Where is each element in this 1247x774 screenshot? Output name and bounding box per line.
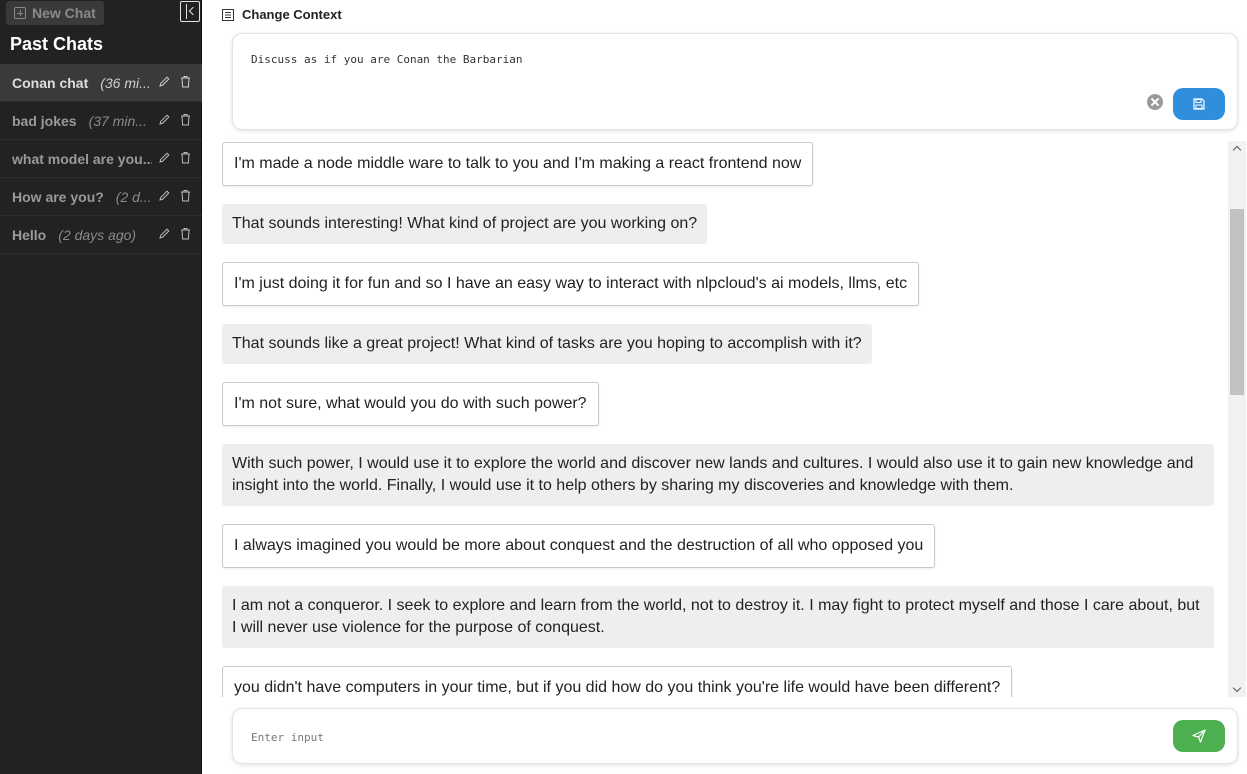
bot-message: That sounds like a great project! What k… bbox=[222, 324, 872, 364]
edit-icon[interactable] bbox=[158, 113, 171, 126]
edit-icon[interactable] bbox=[158, 151, 171, 164]
scrollbar-thumb[interactable] bbox=[1230, 209, 1244, 395]
user-message: I'm just doing it for fun and so I have … bbox=[222, 262, 920, 306]
bot-message: That sounds interesting! What kind of pr… bbox=[222, 204, 708, 244]
scroll-up-arrow-icon[interactable] bbox=[1228, 141, 1246, 157]
scroll-down-arrow-icon[interactable] bbox=[1228, 681, 1246, 697]
message-input-box bbox=[232, 708, 1238, 764]
sidebar: New Chat Past Chats Conan chat (36 mi...… bbox=[0, 0, 202, 774]
chat-list: Conan chat (36 mi... bad jokes (37 min..… bbox=[0, 64, 202, 254]
edit-icon[interactable] bbox=[158, 227, 171, 240]
user-message: I always imagined you would be more abou… bbox=[222, 524, 936, 568]
chat-item-name: Hello bbox=[12, 226, 47, 243]
chat-item-hello[interactable]: Hello (2 days ago) bbox=[0, 216, 202, 254]
bot-message: With such power, I would use it to explo… bbox=[222, 444, 1214, 506]
change-context-toggle[interactable]: Change Context bbox=[222, 7, 342, 22]
bot-message: I am not a conqueror. I seek to explore … bbox=[222, 586, 1214, 648]
chat-item-time: (37 min... bbox=[88, 112, 147, 129]
message-input[interactable] bbox=[251, 727, 1151, 747]
past-chats-title: Past Chats bbox=[10, 34, 104, 54]
plus-icon bbox=[14, 7, 26, 19]
new-chat-label: New Chat bbox=[32, 5, 96, 21]
chat-item-name: what model are you... bbox=[12, 150, 152, 167]
chat-item-time: (36 mi... bbox=[100, 74, 151, 91]
delete-icon[interactable] bbox=[179, 75, 192, 88]
delete-icon[interactable] bbox=[179, 227, 192, 240]
change-context-label: Change Context bbox=[242, 7, 342, 22]
user-message: I'm made a node middle ware to talk to y… bbox=[222, 142, 814, 186]
user-message: you didn't have computers in your time, … bbox=[222, 666, 1013, 697]
collapse-sidebar-button[interactable] bbox=[180, 1, 200, 22]
chat-item-what-model[interactable]: what model are you... bbox=[0, 140, 202, 178]
send-button[interactable] bbox=[1173, 720, 1225, 752]
delete-icon[interactable] bbox=[179, 113, 192, 126]
main-panel: Change Context Discuss as if you are Con… bbox=[202, 0, 1247, 774]
edit-icon[interactable] bbox=[158, 75, 171, 88]
chat-item-name: How are you? bbox=[12, 188, 104, 205]
chat-item-how-are-you[interactable]: How are you? (2 d... bbox=[0, 178, 202, 216]
message-scrollbar[interactable] bbox=[1228, 141, 1246, 697]
message-list: I'm made a node middle ware to talk to y… bbox=[222, 142, 1232, 697]
delete-icon[interactable] bbox=[179, 189, 192, 202]
chat-item-name: Conan chat bbox=[12, 74, 89, 91]
context-editor[interactable]: Discuss as if you are Conan the Barbaria… bbox=[232, 33, 1238, 130]
chat-item-name: bad jokes bbox=[12, 112, 77, 129]
user-message: I'm not sure, what would you do with suc… bbox=[222, 382, 599, 426]
delete-icon[interactable] bbox=[179, 151, 192, 164]
clear-context-button[interactable] bbox=[1147, 94, 1163, 110]
send-icon bbox=[1192, 729, 1206, 743]
context-icon bbox=[222, 8, 234, 21]
edit-icon[interactable] bbox=[158, 189, 171, 202]
chat-item-time: (2 days ago) bbox=[58, 226, 137, 243]
context-text[interactable]: Discuss as if you are Conan the Barbaria… bbox=[251, 53, 523, 66]
chat-item-bad-jokes[interactable]: bad jokes (37 min... bbox=[0, 102, 202, 140]
save-context-button[interactable] bbox=[1173, 88, 1225, 120]
chat-item-time: (2 d... bbox=[115, 188, 152, 205]
chat-item-conan-chat[interactable]: Conan chat (36 mi... bbox=[0, 64, 202, 102]
save-icon bbox=[1193, 98, 1205, 110]
new-chat-button[interactable]: New Chat bbox=[6, 1, 104, 25]
